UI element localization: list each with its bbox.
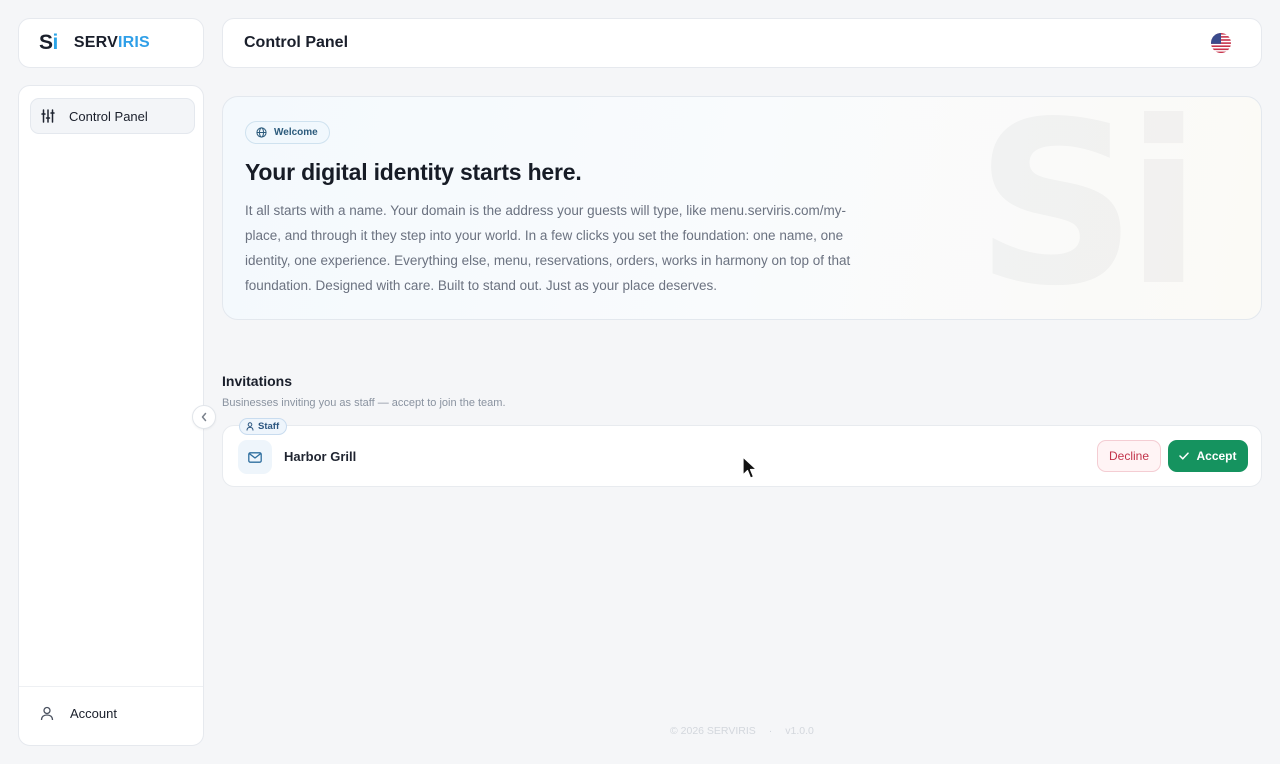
mouse-cursor-icon bbox=[742, 456, 758, 485]
invitations-subtitle: Businesses inviting you as staff — accep… bbox=[222, 397, 506, 409]
footer-separator: · bbox=[768, 725, 773, 737]
globe-icon bbox=[256, 127, 267, 138]
sidebar-divider bbox=[19, 686, 203, 687]
user-icon bbox=[40, 706, 54, 721]
role-badge: Staff bbox=[239, 418, 288, 435]
role-label: Staff bbox=[258, 421, 280, 432]
logo[interactable]: Si SERVIRIS bbox=[18, 18, 204, 68]
footer-version: v1.0.0 bbox=[785, 725, 814, 737]
account-link[interactable]: Account bbox=[40, 706, 117, 721]
accept-label: Accept bbox=[1196, 449, 1237, 463]
account-label: Account bbox=[70, 706, 117, 721]
brand-name: SERVIRIS bbox=[73, 34, 150, 51]
user-icon bbox=[246, 422, 254, 431]
check-icon bbox=[1179, 452, 1190, 460]
decline-button[interactable]: Decline bbox=[1097, 440, 1161, 472]
us-flag-icon[interactable] bbox=[1211, 33, 1231, 53]
sidebar-item-label: Control Panel bbox=[69, 108, 148, 124]
sidebar: Control Panel Account bbox=[18, 85, 204, 746]
footer-copyright: © 2026 SERVIRIS bbox=[670, 725, 756, 737]
watermark-logo: Si bbox=[975, 96, 1202, 320]
footer: © 2026 SERVIRIS · v1.0.0 bbox=[670, 725, 814, 737]
page-title: Control Panel bbox=[244, 34, 349, 51]
welcome-body: It all starts with a name. Your domain i… bbox=[245, 203, 851, 293]
mail-icon bbox=[238, 440, 272, 474]
welcome-badge-label: Welcome bbox=[274, 127, 318, 138]
welcome-title: Your digital identity starts here. bbox=[245, 159, 582, 185]
collapse-sidebar-button[interactable] bbox=[192, 405, 216, 429]
welcome-card: Si Welcome Your digital identity starts … bbox=[222, 96, 1262, 320]
top-bar: Control Panel bbox=[222, 18, 1262, 68]
sliders-icon bbox=[41, 109, 55, 123]
welcome-badge: Welcome bbox=[245, 121, 330, 144]
invitations-title: Invitations bbox=[222, 373, 293, 389]
accept-button[interactable]: Accept bbox=[1168, 440, 1248, 472]
chevron-left-icon bbox=[200, 412, 208, 422]
sidebar-item-control-panel[interactable]: Control Panel bbox=[30, 98, 195, 134]
business-name: Harbor Grill bbox=[284, 449, 357, 464]
logo-mark: Si bbox=[39, 31, 58, 54]
